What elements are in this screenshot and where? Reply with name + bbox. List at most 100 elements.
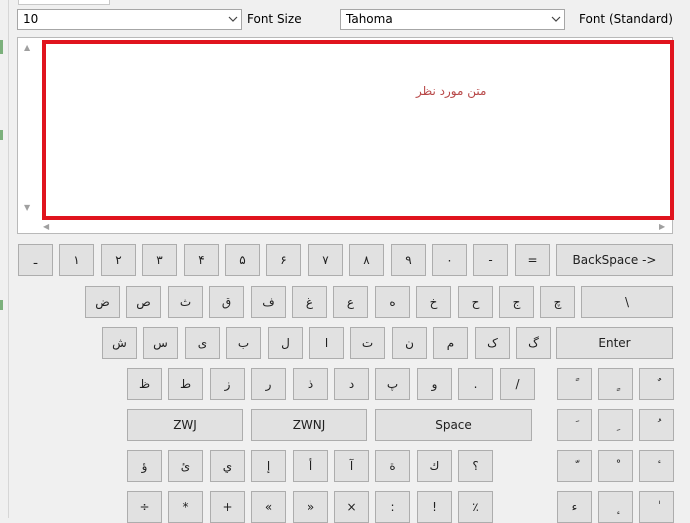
key-row3-3[interactable]: ب <box>226 327 261 359</box>
key-row4-8[interactable]: . <box>458 368 493 400</box>
key-row6-9[interactable]: ّ <box>557 450 592 482</box>
key-row7-6[interactable]: : <box>375 491 410 523</box>
key-row3-2[interactable]: ی <box>185 327 220 359</box>
key-row1-5[interactable]: ۵ <box>225 244 260 276</box>
key-row6-11[interactable]: ٔ <box>639 450 674 482</box>
key-row4-3[interactable]: ر <box>251 368 286 400</box>
key-row1-1[interactable]: ١ <box>59 244 94 276</box>
key-label: پ <box>386 377 399 391</box>
key-row7-10[interactable]: ٕ <box>598 491 633 523</box>
key-row2-5[interactable]: غ <box>292 286 327 318</box>
key-row7-5[interactable]: × <box>334 491 369 523</box>
key-row6-7[interactable]: ك <box>417 450 452 482</box>
key-row7-8[interactable]: ٪ <box>458 491 493 523</box>
key-row2-1[interactable]: ص <box>126 286 161 318</box>
scroll-left-icon[interactable]: ◀ <box>43 222 49 231</box>
key-row6-5[interactable]: آ <box>334 450 369 482</box>
key-row1-10[interactable]: ٠ <box>432 244 467 276</box>
key-label: ZWNJ <box>292 418 326 432</box>
key-row5-3[interactable]: َ <box>557 409 592 441</box>
key-row3-1[interactable]: س <box>143 327 178 359</box>
key-row7-1[interactable]: * <box>168 491 203 523</box>
key-row3-9[interactable]: ک <box>475 327 510 359</box>
font-size-select[interactable]: 10 <box>17 9 242 30</box>
key-row3-8[interactable]: م <box>433 327 468 359</box>
key-row3-10[interactable]: گ <box>516 327 551 359</box>
key-label: ب <box>237 336 250 350</box>
key-row1-2[interactable]: ٢ <box>101 244 136 276</box>
key-row2-0[interactable]: ض <box>85 286 120 318</box>
key-label: ۴ <box>198 253 205 267</box>
key-row4-11[interactable]: ٍ <box>598 368 633 400</box>
key-row1-12[interactable]: = <box>515 244 550 276</box>
key-row1-4[interactable]: ۴ <box>184 244 219 276</box>
key-row3-4[interactable]: ل <box>268 327 303 359</box>
font-value: Tahoma <box>346 12 393 26</box>
key-row2-11[interactable]: چ <box>540 286 575 318</box>
key-row2-10[interactable]: ج <box>499 286 534 318</box>
key-row2-4[interactable]: ف <box>251 286 286 318</box>
key-label: ش <box>112 336 127 350</box>
key-row1-7[interactable]: ٧ <box>308 244 343 276</box>
font-select[interactable]: Tahoma <box>340 9 565 30</box>
key-row1-3[interactable]: ٣ <box>142 244 177 276</box>
key-row6-4[interactable]: أ <box>293 450 328 482</box>
key-row7-0[interactable]: ÷ <box>127 491 162 523</box>
key-row3-7[interactable]: ن <box>392 327 427 359</box>
key-row4-12[interactable]: ٌ <box>639 368 674 400</box>
key-row7-4[interactable]: » <box>293 491 328 523</box>
key-row4-10[interactable]: ً <box>557 368 592 400</box>
key-row6-2[interactable]: ي <box>210 450 245 482</box>
key-row6-1[interactable]: ئ <box>168 450 203 482</box>
key-label: ۶ <box>280 253 287 267</box>
key-row5-5[interactable]: ُ <box>639 409 674 441</box>
key-row1-8[interactable]: ٨ <box>349 244 384 276</box>
key-row7-3[interactable]: « <box>251 491 286 523</box>
key-row1-9[interactable]: ٩ <box>391 244 426 276</box>
key-row2-8[interactable]: خ <box>416 286 451 318</box>
key-row5-1[interactable]: ZWNJ <box>251 409 367 441</box>
key-row6-3[interactable]: إ <box>251 450 286 482</box>
key-row2-12[interactable]: \ <box>581 286 673 318</box>
key-row6-10[interactable]: ْ <box>598 450 633 482</box>
scroll-down-icon[interactable]: ▼ <box>24 203 30 212</box>
key-row4-5[interactable]: د <box>334 368 369 400</box>
key-row4-6[interactable]: پ <box>375 368 410 400</box>
key-row3-6[interactable]: ت <box>350 327 385 359</box>
key-row3-5[interactable]: ا <box>309 327 344 359</box>
key-row1-13[interactable]: BackSpace -> <box>556 244 673 276</box>
key-row4-2[interactable]: ز <box>210 368 245 400</box>
key-row4-7[interactable]: و <box>417 368 452 400</box>
key-row7-2[interactable]: + <box>210 491 245 523</box>
key-row6-8[interactable]: ؟ <box>458 450 493 482</box>
key-row2-6[interactable]: ع <box>333 286 368 318</box>
key-row4-1[interactable]: ط <box>168 368 203 400</box>
scroll-up-icon[interactable]: ▲ <box>24 43 30 52</box>
key-row2-7[interactable]: ه <box>375 286 410 318</box>
key-row4-9[interactable]: / <box>500 368 535 400</box>
key-label: ث <box>179 295 192 309</box>
key-row3-11[interactable]: Enter <box>556 327 673 359</box>
key-row3-0[interactable]: ش <box>102 327 137 359</box>
key-row6-0[interactable]: ؤ <box>127 450 162 482</box>
key-row7-9[interactable]: ء <box>557 491 592 523</box>
key-row5-0[interactable]: ZWJ <box>127 409 243 441</box>
key-row1-0[interactable]: ـ <box>18 244 53 276</box>
key-row2-3[interactable]: ق <box>209 286 244 318</box>
key-label: ٪ <box>472 500 479 514</box>
key-row1-6[interactable]: ۶ <box>266 244 301 276</box>
key-row5-2[interactable]: Space <box>375 409 532 441</box>
key-label: ض <box>95 295 110 309</box>
scroll-right-icon[interactable]: ▶ <box>659 222 665 231</box>
key-row1-11[interactable]: - <box>473 244 508 276</box>
key-row2-2[interactable]: ث <box>168 286 203 318</box>
key-row6-6[interactable]: ة <box>375 450 410 482</box>
key-row7-11[interactable]: ٰ <box>639 491 674 523</box>
key-row7-7[interactable]: ! <box>417 491 452 523</box>
key-row5-4[interactable]: ِ <box>598 409 633 441</box>
key-row2-9[interactable]: ح <box>458 286 493 318</box>
key-row4-0[interactable]: ظ <box>127 368 162 400</box>
key-label: / <box>515 377 520 391</box>
key-row4-4[interactable]: ذ <box>293 368 328 400</box>
key-label: . <box>473 377 478 391</box>
